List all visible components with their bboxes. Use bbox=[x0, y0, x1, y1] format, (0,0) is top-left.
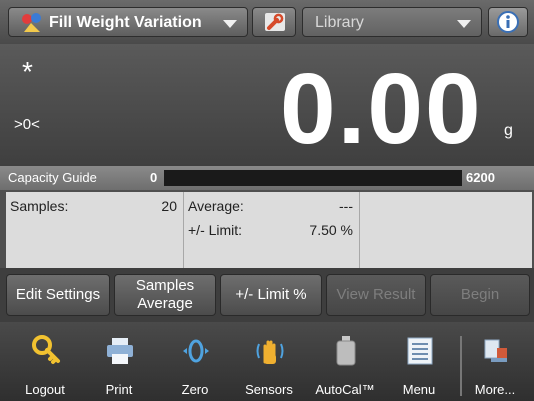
nav-label: Menu bbox=[402, 382, 436, 397]
nav-menu[interactable]: Menu bbox=[384, 322, 454, 401]
limit-value: 7.50 % bbox=[309, 222, 353, 238]
calibration-weight-icon bbox=[336, 336, 356, 366]
limit-label: +/- Limit: bbox=[188, 222, 243, 238]
wrench-icon bbox=[265, 13, 285, 31]
library-label: Library bbox=[315, 14, 364, 31]
stability-indicator: * bbox=[22, 56, 33, 87]
samples-value: 20 bbox=[161, 198, 177, 214]
empty-column bbox=[360, 192, 532, 268]
capacity-bar bbox=[164, 170, 462, 186]
center-of-zero-indicator: >0< bbox=[14, 116, 40, 133]
nav-label: Sensors bbox=[245, 382, 293, 397]
average-label: Average: bbox=[188, 198, 244, 214]
nav-label: AutoCal™ bbox=[315, 382, 375, 397]
key-icon bbox=[32, 335, 60, 364]
limit-percent-button[interactable]: +/- Limit % bbox=[220, 274, 322, 316]
weight-unit: g bbox=[504, 122, 513, 139]
nav-sensors[interactable]: Sensors bbox=[234, 322, 304, 401]
top-bar: Fill Weight Variation Library bbox=[0, 0, 534, 44]
nav-zero[interactable]: Zero bbox=[160, 322, 230, 401]
info-button[interactable] bbox=[488, 7, 528, 37]
more-icon bbox=[484, 339, 507, 362]
edit-settings-label: Edit Settings bbox=[15, 286, 101, 303]
chevron-down-icon bbox=[223, 20, 237, 28]
view-result-button[interactable]: View Result bbox=[326, 274, 426, 316]
capacity-guide-label: Capacity Guide bbox=[8, 170, 97, 185]
settings-wrench-button[interactable] bbox=[252, 7, 296, 37]
edit-settings-button[interactable]: Edit Settings bbox=[6, 274, 110, 316]
capacity-min: 0 bbox=[150, 170, 158, 185]
library-dropdown[interactable]: Library bbox=[302, 7, 482, 37]
capacity-max: 6200 bbox=[466, 170, 495, 185]
view-result-label: View Result bbox=[336, 286, 416, 303]
chevron-down-icon bbox=[457, 20, 471, 28]
zero-icon bbox=[183, 339, 209, 363]
capacity-guide: Capacity Guide 0 6200 bbox=[0, 166, 534, 190]
app-icon bbox=[22, 13, 41, 32]
application-dropdown[interactable]: Fill Weight Variation bbox=[8, 7, 248, 37]
weight-display: * >0< 0.00 g bbox=[0, 44, 534, 166]
nav-print[interactable]: Print bbox=[84, 322, 154, 401]
info-icon bbox=[497, 11, 519, 33]
balance-screen: Fill Weight Variation Library * >0< 0.00 bbox=[0, 0, 534, 401]
samples-column: Samples: 20 bbox=[6, 192, 184, 268]
nav-logout[interactable]: Logout bbox=[10, 322, 80, 401]
begin-button[interactable]: Begin bbox=[430, 274, 530, 316]
samples-average-label: Samples Average bbox=[135, 277, 195, 312]
weight-value: 0.00 bbox=[280, 53, 483, 165]
printer-icon bbox=[107, 338, 133, 364]
nav-more[interactable]: More... bbox=[460, 322, 530, 401]
menu-list-icon bbox=[407, 337, 433, 365]
results-panel: Samples: 20 Average: --- +/- Limit: 7.50… bbox=[6, 192, 532, 268]
application-title: Fill Weight Variation bbox=[49, 14, 202, 31]
nav-label: Logout bbox=[25, 382, 65, 397]
nav-label: Print bbox=[105, 382, 133, 397]
samples-average-button[interactable]: Samples Average bbox=[114, 274, 216, 316]
hand-sensor-icon bbox=[256, 340, 284, 364]
average-value: --- bbox=[339, 198, 353, 214]
bottom-navigation: Logout Print Zero Sensors AutoCal™ Menu … bbox=[0, 322, 534, 401]
nav-autocal[interactable]: AutoCal™ bbox=[310, 322, 380, 401]
samples-label: Samples: bbox=[10, 198, 69, 214]
begin-label: Begin bbox=[460, 286, 500, 303]
nav-label: Zero bbox=[181, 382, 209, 397]
limit-percent-label: +/- Limit % bbox=[235, 286, 307, 303]
action-button-bar: Edit Settings Samples Average +/- Limit … bbox=[0, 268, 534, 322]
nav-label: More... bbox=[474, 382, 516, 397]
statistics-column: Average: --- +/- Limit: 7.50 % bbox=[184, 192, 360, 268]
